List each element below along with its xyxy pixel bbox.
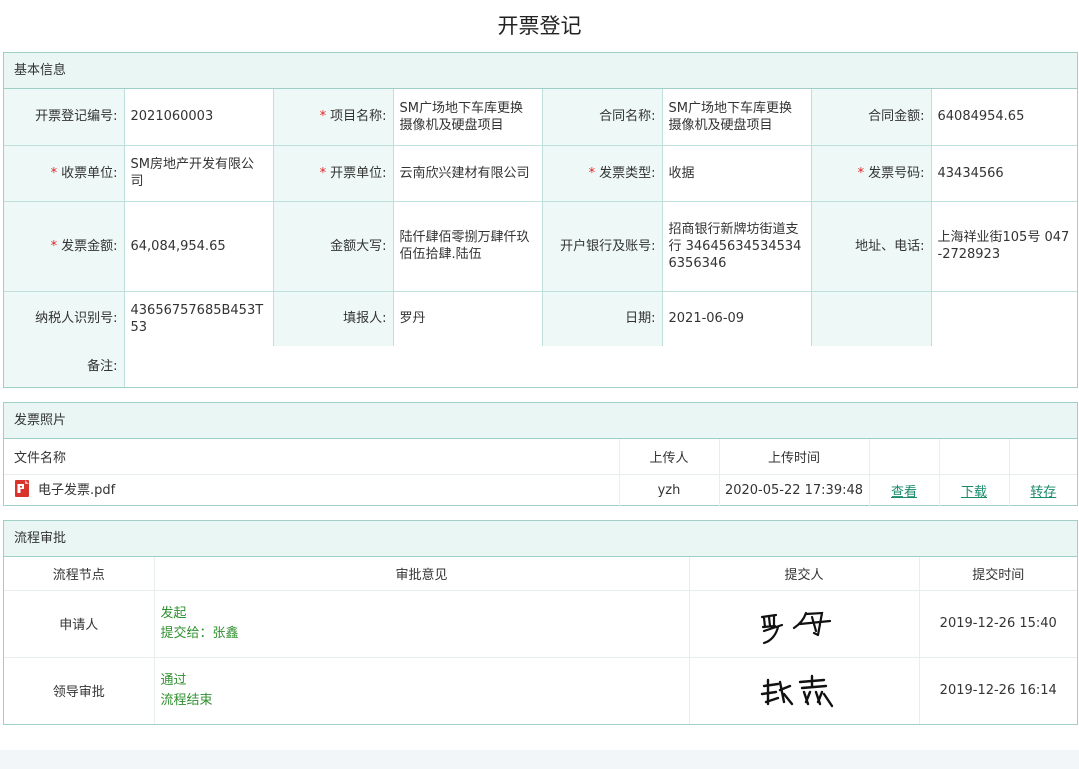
col-uploader: 上传人 <box>618 439 719 475</box>
col-action-2 <box>938 439 1009 475</box>
field-value: SM广场地下车库更换摄像机及硬盘项目 <box>393 89 543 146</box>
field-label: * 项目名称: <box>273 89 394 146</box>
signature-image <box>689 657 920 724</box>
remark-row: 备注: <box>4 346 1077 387</box>
field-label: 开票登记编号: <box>4 89 125 146</box>
file-name-cell: 电子发票.pdf <box>4 474 619 506</box>
required-marker: * <box>857 165 865 181</box>
remark-label: 备注: <box>4 346 125 387</box>
field-value: SM广场地下车库更换摄像机及硬盘项目 <box>662 89 812 146</box>
flow-node: 申请人 <box>4 590 155 658</box>
field-label: * 发票金额: <box>4 201 125 292</box>
field-value: 云南欣兴建材有限公司 <box>393 145 543 202</box>
field-label: * 开票单位: <box>273 145 394 202</box>
field-label: 日期: <box>542 291 663 346</box>
file-upload-time: 2020-05-22 17:39:48 <box>718 474 869 506</box>
field-value: 64084954.65 <box>931 89 1077 146</box>
info-row: 开票登记编号: 2021060003 * 项目名称: SM广场地下车库更换摄像机及硬盘项… <box>4 89 1077 146</box>
field-value: 上海祥业街105号 047-2728923 <box>931 201 1077 292</box>
flow-header-row: 流程节点 审批意见 提交人 提交时间 <box>4 557 1077 591</box>
field-value <box>931 291 1077 346</box>
flow-time: 2019-12-26 16:14 <box>939 683 1057 699</box>
field-value: 罗丹 <box>393 291 543 346</box>
field-value: 收据 <box>662 145 812 202</box>
view-link[interactable]: 查看 <box>891 485 917 500</box>
field-label: 纳税人识别号: <box>4 291 125 346</box>
table-row: 电子发票.pdf yzh 2020-05-22 17:39:48 查看 下载 转… <box>4 474 1077 506</box>
field-value: 43656757685B453T53 <box>124 291 274 346</box>
flow-opinion: 发起 提交给：张鑫 <box>154 590 690 658</box>
col-action-1 <box>868 439 939 475</box>
field-label: 地址、电话: <box>811 201 932 292</box>
field-value: 43434566 <box>931 145 1077 202</box>
required-marker: * <box>50 238 58 254</box>
field-label: * 发票号码: <box>811 145 932 202</box>
attachments-table: 文件名称 上传人 上传时间 电子发票.pdf yzh 2020-05-22 17… <box>4 439 1077 506</box>
flow-table: 流程节点 审批意见 提交人 提交时间 申请人 发起 提交给：张鑫 2019-12… <box>4 557 1077 724</box>
info-row: * 发票金额: 64,084,954.65 金额大写: 陆仟肆佰零捌万肆仟玖佰伍拾肆.陆… <box>4 201 1077 292</box>
table-row: 申请人 发起 提交给：张鑫 2019-12-26 15:40 <box>4 590 1077 658</box>
required-marker: * <box>50 165 58 181</box>
pdf-file-icon <box>14 479 32 502</box>
attachments-panel: 发票照片 文件名称 上传人 上传时间 电子发票.pdf yzh 2020-05-… <box>3 402 1078 506</box>
flow-node: 领导审批 <box>4 657 155 724</box>
footer-band <box>0 750 1079 769</box>
required-marker: * <box>319 165 327 181</box>
signature-image <box>689 590 920 658</box>
field-label <box>811 291 932 346</box>
info-row: * 收票单位: SM房地产开发有限公司 * 开票单位: 云南欣兴建材有限公司 * 发票类型: 收… <box>4 145 1077 202</box>
col-submitter: 提交人 <box>689 557 920 591</box>
flow-panel: 流程审批 流程节点 审批意见 提交人 提交时间 申请人 发起 提交给：张鑫 20… <box>3 520 1078 725</box>
basic-info-table: 开票登记编号: 2021060003 * 项目名称: SM广场地下车库更换摄像机及硬盘项… <box>4 89 1077 387</box>
field-label: * 发票类型: <box>542 145 663 202</box>
flow-time: 2019-12-26 15:40 <box>919 590 1077 658</box>
field-value: 招商银行新牌坊街道支行 346456345345346356346 <box>662 201 812 292</box>
required-marker: * <box>588 165 596 181</box>
table-row: 领导审批 通过 流程结束 2019-12-26 16:14 <box>4 657 1077 724</box>
field-label: 合同名称: <box>542 89 663 146</box>
col-action-3 <box>1008 439 1077 475</box>
field-label: 填报人: <box>273 291 394 346</box>
field-label: 金额大写: <box>273 201 394 292</box>
required-marker: * <box>319 109 327 125</box>
field-label: * 收票单位: <box>4 145 125 202</box>
field-value: 2021-06-09 <box>662 291 812 346</box>
remark-value[interactable] <box>124 346 1077 387</box>
col-opinion: 审批意见 <box>154 557 690 591</box>
page-title: 开票登记 <box>497 14 582 38</box>
flow-opinion: 通过 流程结束 <box>154 657 690 724</box>
field-label: 合同金额: <box>811 89 932 146</box>
field-value: 64,084,954.65 <box>124 201 274 292</box>
attachments-header-row: 文件名称 上传人 上传时间 <box>4 439 1077 475</box>
col-file-name: 文件名称 <box>4 439 619 475</box>
col-submit-time: 提交时间 <box>919 557 1077 591</box>
basic-info-panel: 基本信息 开票登记编号: 2021060003 * 项目名称: SM广场地下车库更换摄像… <box>3 52 1078 388</box>
field-value: SM房地产开发有限公司 <box>124 145 274 202</box>
attachments-header: 发票照片 <box>4 403 1077 439</box>
flow-header: 流程审批 <box>4 521 1077 557</box>
info-row: 纳税人识别号: 43656757685B453T53 填报人: 罗丹 日期: 2021-0… <box>4 291 1077 346</box>
field-value: 陆仟肆佰零捌万肆仟玖佰伍拾肆.陆伍 <box>393 201 543 292</box>
file-uploader: yzh <box>618 474 719 506</box>
transfer-link[interactable]: 转存 <box>1030 485 1056 500</box>
col-upload-time: 上传时间 <box>718 439 869 475</box>
basic-info-header: 基本信息 <box>4 53 1077 89</box>
field-label: 开户银行及账号: <box>542 201 663 292</box>
col-node: 流程节点 <box>4 557 155 591</box>
field-value: 2021060003 <box>124 89 274 146</box>
download-link[interactable]: 下载 <box>961 485 987 500</box>
file-name[interactable]: 电子发票.pdf <box>38 483 115 498</box>
